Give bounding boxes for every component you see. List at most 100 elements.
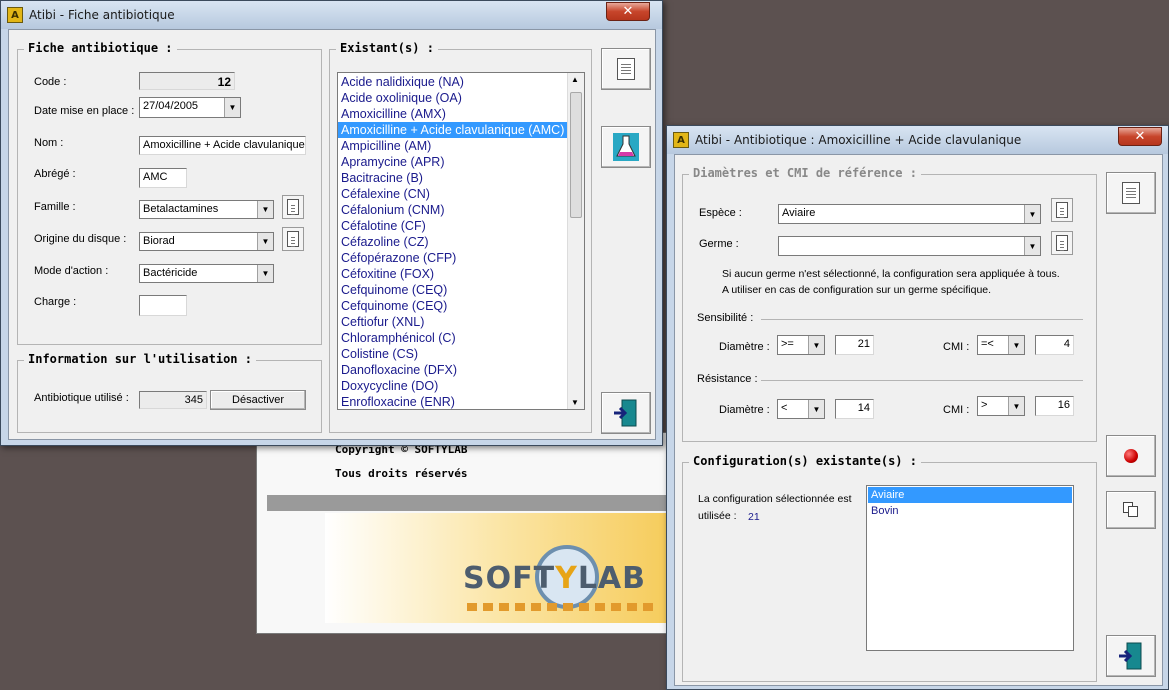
- configuration-button[interactable]: [601, 126, 651, 168]
- date-dropdown-icon[interactable]: ▼: [224, 98, 240, 117]
- config-list-item[interactable]: Aviaire: [868, 487, 1072, 503]
- origine-select[interactable]: Biorad ▼: [139, 232, 274, 251]
- config-count: 21: [748, 511, 760, 523]
- existant-list-item[interactable]: Apramycine (APR): [338, 154, 567, 170]
- abrege-input[interactable]: AMC: [139, 168, 187, 188]
- grey-band: [267, 495, 667, 511]
- mode-dropdown-icon[interactable]: ▼: [257, 265, 273, 282]
- famille-dropdown-icon[interactable]: ▼: [257, 201, 273, 218]
- res-diametre-op-select[interactable]: < ▼: [777, 399, 825, 419]
- document-icon: [617, 58, 635, 80]
- record-button[interactable]: [1106, 435, 1156, 477]
- app-icon: A: [7, 7, 23, 23]
- abrege-label: Abrégé :: [34, 168, 76, 180]
- nom-label: Nom :: [34, 137, 64, 149]
- existant-list-item[interactable]: Danofloxacine (DFX): [338, 362, 567, 378]
- exit-button[interactable]: [601, 392, 651, 434]
- espece-select[interactable]: Aviaire ▼: [778, 204, 1041, 224]
- existants-list[interactable]: Acide nalidixique (NA) Acide oxolinique (…: [337, 72, 585, 410]
- config-list-item[interactable]: Bovin: [868, 503, 1072, 519]
- scroll-thumb[interactable]: [570, 92, 582, 218]
- exit-button[interactable]: [1106, 635, 1156, 677]
- sens-cmi-op-select[interactable]: =< ▼: [977, 335, 1025, 355]
- origine-dropdown-icon[interactable]: ▼: [257, 233, 273, 250]
- existant-list-item[interactable]: Céfalexine (CN): [338, 186, 567, 202]
- new-config-button[interactable]: [1106, 172, 1156, 214]
- existants-items: Acide nalidixique (NA) Acide oxolinique (…: [338, 74, 567, 409]
- existant-list-item[interactable]: Cefquinome (CEQ): [338, 282, 567, 298]
- existant-list-item[interactable]: Ampicilline (AM): [338, 138, 567, 154]
- softylab-logo: SOFTYLAB: [463, 561, 646, 596]
- existant-list-item[interactable]: Acide nalidixique (NA): [338, 74, 567, 90]
- add-famille-button[interactable]: [282, 195, 304, 219]
- sens-cmi-input[interactable]: 4: [1035, 335, 1074, 355]
- existant-list-item[interactable]: Amoxicilline + Acide clavulanique (AMC): [338, 122, 567, 138]
- famille-select[interactable]: Betalactamines ▼: [139, 200, 274, 219]
- logo-lab: LAB: [577, 561, 647, 596]
- res-cmi-input[interactable]: 16: [1035, 396, 1074, 416]
- add-germe-button[interactable]: [1051, 231, 1073, 255]
- add-espece-button[interactable]: [1051, 198, 1073, 222]
- res-cmi-op: >: [981, 399, 988, 411]
- existant-list-item[interactable]: Colistine (CS): [338, 346, 567, 362]
- existant-list-item[interactable]: Céfalotine (CF): [338, 218, 567, 234]
- fiche-close-button[interactable]: ✕: [606, 2, 650, 21]
- document-icon: [1122, 182, 1140, 204]
- existant-list-item[interactable]: Céfalonium (CNM): [338, 202, 567, 218]
- date-value: 27/04/2005: [143, 100, 199, 112]
- animals-strip: [467, 603, 655, 611]
- antibio-titlebar: A Atibi - Antibiotique : Amoxicilline + …: [667, 126, 1168, 154]
- sens-diametre-op-select[interactable]: >= ▼: [777, 335, 825, 355]
- existant-list-item[interactable]: Doxycycline (DO): [338, 378, 567, 394]
- existant-list-item[interactable]: Bacitracine (B): [338, 170, 567, 186]
- dropdown-icon[interactable]: ▼: [1008, 397, 1024, 415]
- dropdown-icon[interactable]: ▼: [808, 336, 824, 354]
- nom-input[interactable]: Amoxicilline + Acide clavulanique: [139, 136, 306, 155]
- existant-list-item[interactable]: Cefquinome (CEQ): [338, 298, 567, 314]
- existant-list-item[interactable]: Acide oxolinique (OA): [338, 90, 567, 106]
- existant-list-item[interactable]: Enrofloxacine (ENR): [338, 394, 567, 409]
- germe-dropdown-icon[interactable]: ▼: [1024, 237, 1040, 255]
- famille-label: Famille :: [34, 201, 76, 213]
- info-line1: Si aucun germe n'est sélectionné, la con…: [722, 268, 1060, 280]
- antibio-title: Atibi - Antibiotique : Amoxicilline + Ac…: [695, 133, 1022, 147]
- existant-list-item[interactable]: Céfopérazone (CFP): [338, 250, 567, 266]
- desactiver-button[interactable]: Désactiver: [210, 390, 306, 410]
- sensibilite-label: Sensibilité :: [697, 312, 754, 324]
- fiche-group-title: Fiche antibiotique :: [24, 41, 177, 55]
- dropdown-icon[interactable]: ▼: [1008, 336, 1024, 354]
- existant-list-item[interactable]: Ceftiofur (XNL): [338, 314, 567, 330]
- config-items: Aviaire Bovin: [868, 487, 1072, 519]
- existants-scrollbar[interactable]: ▲ ▼: [567, 73, 584, 409]
- resistance-label: Résistance :: [697, 373, 758, 385]
- add-origine-button[interactable]: [282, 227, 304, 251]
- date-label: Date mise en place :: [34, 105, 135, 117]
- fiche-titlebar: A Atibi - Fiche antibiotique: [1, 1, 662, 29]
- germe-select[interactable]: ▼: [778, 236, 1041, 256]
- espece-value: Aviaire: [782, 207, 816, 219]
- new-fiche-button[interactable]: [601, 48, 651, 90]
- existant-list-item[interactable]: Amoxicilline (AMX): [338, 106, 567, 122]
- scroll-down-icon[interactable]: ▼: [571, 398, 579, 407]
- dropdown-icon[interactable]: ▼: [808, 400, 824, 418]
- scroll-up-icon[interactable]: ▲: [571, 75, 579, 84]
- existant-list-item[interactable]: Chloramphénicol (C): [338, 330, 567, 346]
- sens-diametre-input[interactable]: 21: [835, 335, 874, 355]
- res-cmi-op-select[interactable]: > ▼: [977, 396, 1025, 416]
- logo-y: Y: [555, 561, 578, 596]
- app-icon: A: [673, 132, 689, 148]
- charge-input[interactable]: [139, 295, 187, 316]
- espece-dropdown-icon[interactable]: ▼: [1024, 205, 1040, 223]
- config-group-title: Configuration(s) existante(s) :: [689, 454, 921, 468]
- charge-label: Charge :: [34, 296, 77, 308]
- existant-list-item[interactable]: Céfazoline (CZ): [338, 234, 567, 250]
- copy-button[interactable]: [1106, 491, 1156, 529]
- mode-select[interactable]: Bactéricide ▼: [139, 264, 274, 283]
- config-list[interactable]: Aviaire Bovin: [866, 485, 1074, 651]
- date-picker[interactable]: 27/04/2005 ▼: [139, 97, 241, 118]
- rights-text: Tous droits réservés: [335, 467, 468, 480]
- antibio-close-button[interactable]: ✕: [1118, 127, 1162, 146]
- res-diametre-input[interactable]: 14: [835, 399, 874, 419]
- existant-list-item[interactable]: Céfoxitine (FOX): [338, 266, 567, 282]
- sens-cmi-op: =<: [981, 338, 994, 350]
